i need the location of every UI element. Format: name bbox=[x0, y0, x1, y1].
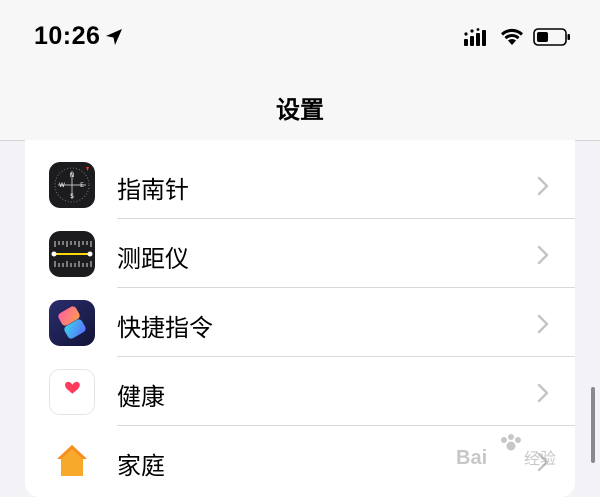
settings-row-measure[interactable]: 测距仪 bbox=[25, 219, 575, 288]
settings-row-label: 健康 bbox=[117, 383, 165, 411]
svg-text:N: N bbox=[70, 172, 75, 179]
chevron-right-icon bbox=[537, 245, 549, 265]
status-time: 10:26 bbox=[34, 22, 101, 50]
location-arrow-icon bbox=[106, 29, 122, 45]
svg-text:经验: 经验 bbox=[524, 449, 556, 468]
cellular-signal-icon bbox=[464, 28, 486, 46]
settings-row-compass[interactable]: N S W E 指南针 bbox=[25, 150, 575, 219]
page-title: 设置 bbox=[276, 96, 324, 124]
settings-row-label: 指南针 bbox=[117, 176, 189, 204]
chevron-right-icon bbox=[537, 176, 549, 196]
home-icon bbox=[49, 438, 95, 484]
settings-row-label: 快捷指令 bbox=[117, 314, 213, 342]
settings-row-label: 测距仪 bbox=[117, 245, 189, 273]
scroll-indicator[interactable] bbox=[591, 387, 595, 463]
shortcuts-icon bbox=[49, 300, 95, 346]
battery-icon bbox=[533, 28, 570, 46]
chevron-right-icon bbox=[537, 383, 549, 403]
compass-icon: N S W E bbox=[49, 162, 95, 208]
wifi-icon bbox=[501, 28, 523, 45]
svg-text:Bai: Bai bbox=[456, 447, 487, 469]
svg-text:W: W bbox=[59, 182, 65, 189]
settings-row-label: 家庭 bbox=[117, 452, 165, 480]
status-bar: 10:26 bbox=[0, 0, 600, 78]
baidu-watermark-logo: Bai 经验 bbox=[456, 434, 556, 469]
settings-row-shortcuts[interactable]: 快捷指令 bbox=[25, 288, 575, 357]
svg-text:E: E bbox=[80, 182, 84, 189]
settings-row-health[interactable]: 健康 bbox=[25, 357, 575, 426]
measure-icon bbox=[49, 231, 95, 277]
chevron-right-icon bbox=[537, 314, 549, 334]
svg-text:S: S bbox=[70, 193, 74, 200]
health-icon bbox=[49, 369, 95, 415]
